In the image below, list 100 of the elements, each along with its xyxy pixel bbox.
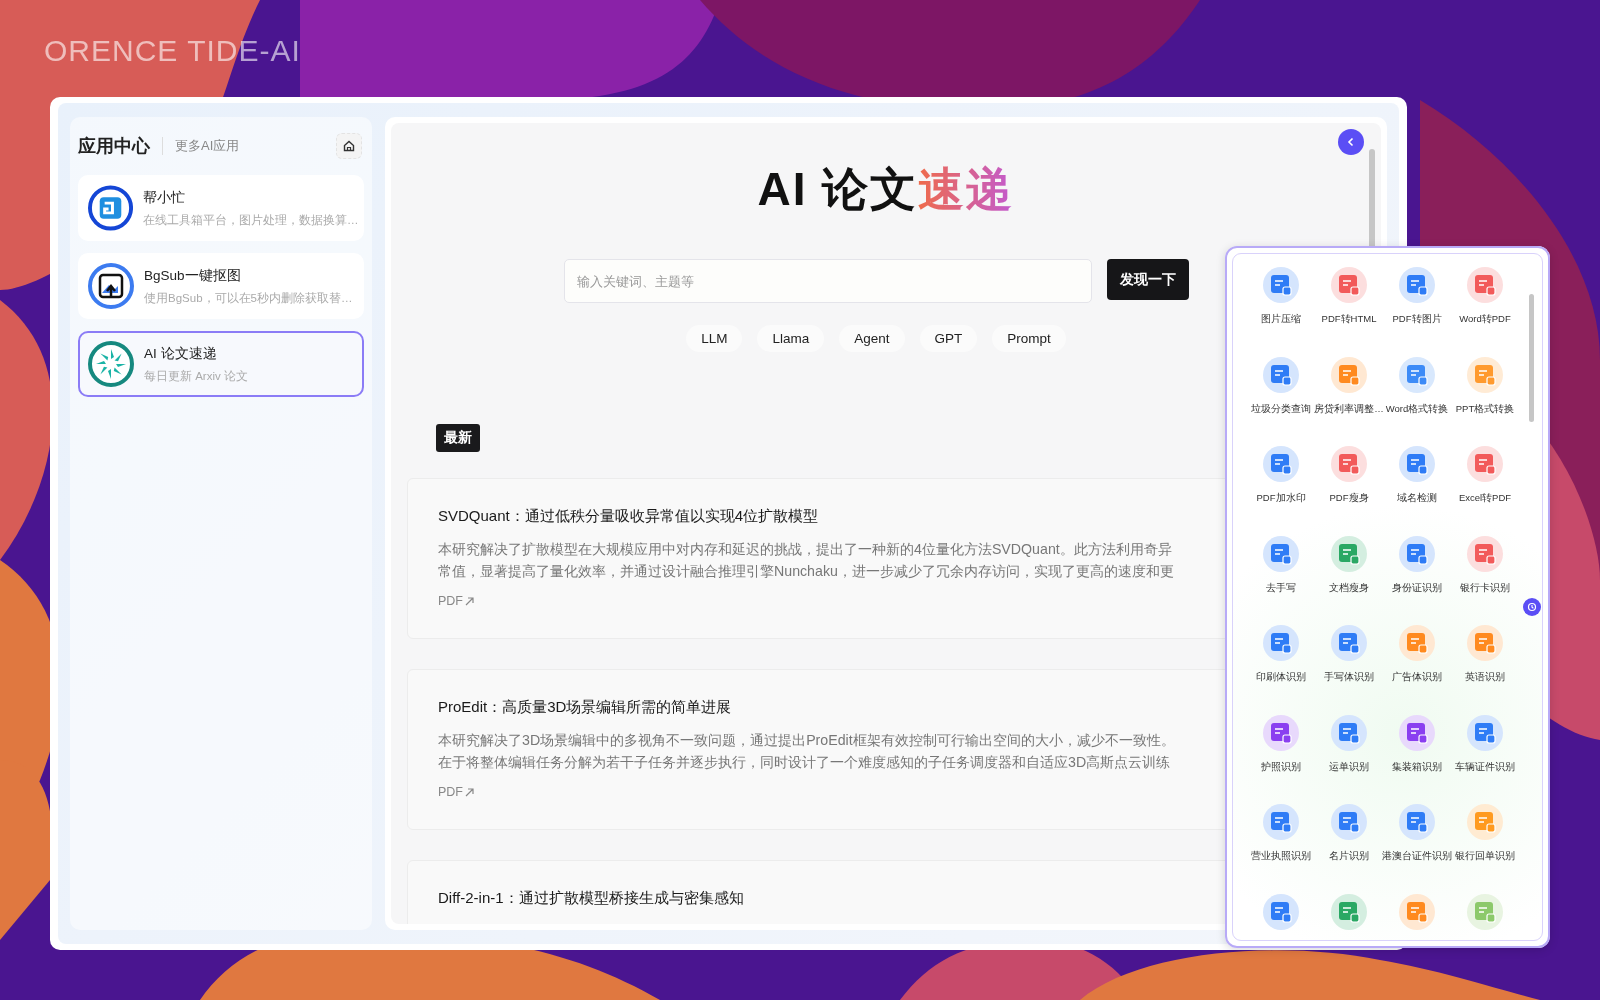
tool-icon-bubble[interactable]: [1263, 714, 1299, 751]
topic-tag[interactable]: GPT: [919, 325, 978, 352]
tool-item[interactable]: 银行回单识别: [1451, 804, 1519, 894]
scrollbar[interactable]: [1529, 294, 1534, 422]
tool-item[interactable]: 车辆证件识别: [1451, 714, 1519, 804]
tool-icon-bubble[interactable]: [1331, 267, 1367, 303]
tool-item[interactable]: 运单识别: [1315, 714, 1383, 804]
tool-item[interactable]: Word转PDF: [1451, 267, 1519, 357]
app-description: 每日更新 Arxiv 论文: [144, 368, 248, 384]
tool-item[interactable]: 英语识别: [1451, 625, 1519, 715]
app-list-item[interactable]: BgSub一键抠图 使用BgSub，可以在5秒内删除获取替…: [78, 253, 364, 319]
document-tile-icon: [1270, 721, 1292, 744]
topic-tag[interactable]: LLM: [686, 325, 743, 352]
tool-icon-bubble[interactable]: [1467, 535, 1503, 572]
tool-icon-bubble[interactable]: [1467, 446, 1503, 482]
discover-button[interactable]: 发现一下: [1106, 259, 1189, 300]
page-title: AI 论文速递: [757, 162, 1015, 217]
tool-icon-bubble[interactable]: [1331, 625, 1367, 661]
document-tile-icon: [1338, 900, 1360, 923]
paper-summary-line: 本研究解决了扩散模型在大规模应用中对内存和延迟的挑战，提出了一种新的4位量化方法SVDQuant。此方法利用奇异: [438, 540, 1172, 558]
document-tile-icon: [1338, 811, 1360, 833]
tool-item[interactable]: 银行卡识别: [1451, 535, 1519, 625]
document-tile-icon: [1474, 363, 1496, 386]
tool-icon-bubble[interactable]: [1331, 714, 1367, 751]
tool-item[interactable]: 域名检测: [1383, 446, 1451, 536]
tool-icon-bubble[interactable]: [1467, 714, 1503, 751]
tool-icon-bubble[interactable]: [1331, 446, 1367, 482]
tool-item[interactable]: 文档瘦身: [1315, 535, 1383, 625]
document-tile-icon: [1406, 811, 1428, 833]
topic-tag[interactable]: Agent: [839, 325, 905, 352]
tool-icon-bubble[interactable]: [1263, 267, 1299, 303]
tool-icon-bubble[interactable]: [1263, 893, 1299, 930]
document-tile-icon: [1338, 363, 1360, 386]
tool-item[interactable]: 护照识别: [1247, 714, 1315, 804]
tool-icon-bubble[interactable]: [1467, 804, 1503, 840]
tool-item[interactable]: PDF加水印: [1247, 446, 1315, 536]
external-link-icon: [465, 596, 474, 606]
app-title: AI 论文速递: [144, 344, 218, 363]
topic-tag[interactable]: Llama: [757, 325, 825, 352]
tool-icon-bubble[interactable]: [1467, 267, 1503, 303]
home-button[interactable]: [336, 133, 362, 159]
tool-item[interactable]: 印刷体识别: [1247, 625, 1315, 715]
tool-item[interactable]: 广告体识别: [1383, 625, 1451, 715]
tool-icon-bubble[interactable]: [1399, 893, 1435, 930]
tool-icon-bubble[interactable]: [1331, 356, 1367, 393]
sidebar-title: 应用中心: [78, 135, 150, 158]
tool-item[interactable]: PPT格式转换: [1451, 356, 1519, 446]
document-tile-icon: [1270, 900, 1292, 923]
tool-item[interactable]: PDF转图片: [1383, 267, 1451, 357]
document-tile-icon: [1406, 542, 1428, 565]
tool-label: 身份证识别: [1392, 581, 1442, 595]
tool-icon-bubble[interactable]: [1399, 356, 1435, 393]
tool-item[interactable]: Word格式转换: [1383, 356, 1451, 446]
tool-item[interactable]: 集装箱识别: [1383, 714, 1451, 804]
upload-picture-icon: [88, 263, 134, 309]
tool-item[interactable]: 手写体识别: [1315, 625, 1383, 715]
document-tile-icon: [1474, 811, 1496, 833]
tool-item[interactable]: 垃圾分类查询: [1247, 356, 1315, 446]
tool-item[interactable]: 房贷利率调整…: [1315, 356, 1383, 446]
tool-icon-bubble[interactable]: [1331, 535, 1367, 572]
app-list-item[interactable]: AI 论文速递 每日更新 Arxiv 论文: [78, 331, 364, 397]
tool-icon-bubble[interactable]: [1263, 804, 1299, 840]
tool-icon-bubble[interactable]: [1263, 625, 1299, 661]
tool-label: 银行回单识别: [1455, 850, 1515, 863]
tool-item[interactable]: 营业执照识别: [1247, 804, 1315, 894]
app-list-item[interactable]: 帮小忙 在线工具箱平台，图片处理，数据换算…: [78, 175, 364, 241]
document-tile-icon: [1338, 453, 1360, 475]
tool-item[interactable]: PDF瘦身: [1315, 446, 1383, 536]
tool-item[interactable]: 港澳台证件识别: [1383, 804, 1451, 894]
tool-icon-bubble[interactable]: [1331, 804, 1367, 840]
tool-icon-bubble[interactable]: [1263, 446, 1299, 482]
tool-icon-bubble[interactable]: [1467, 625, 1503, 661]
document-tile-icon: [1270, 363, 1292, 386]
tool-icon-bubble[interactable]: [1399, 446, 1435, 482]
document-tile-icon: [1338, 542, 1360, 565]
tool-item[interactable]: 名片识别: [1315, 804, 1383, 894]
document-tile-icon: [1474, 721, 1496, 744]
tool-item[interactable]: 身份证识别: [1383, 535, 1451, 625]
tool-label: 港澳台证件识别: [1382, 850, 1452, 863]
tool-icon-bubble[interactable]: [1399, 625, 1435, 661]
topic-tag[interactable]: Prompt: [992, 325, 1066, 352]
tool-item[interactable]: Excel转PDF: [1451, 446, 1519, 536]
tool-icon-bubble[interactable]: [1331, 893, 1367, 930]
tool-item[interactable]: 去手写: [1247, 535, 1315, 625]
tool-item[interactable]: PDF转HTML: [1315, 267, 1383, 357]
chevron-left-icon: [1346, 137, 1356, 147]
document-tile-icon: [1270, 453, 1292, 475]
tool-label: 文档瘦身: [1329, 581, 1369, 595]
tool-icon-bubble[interactable]: [1399, 535, 1435, 572]
tool-icon-bubble[interactable]: [1263, 356, 1299, 393]
tool-icon-bubble[interactable]: [1399, 714, 1435, 751]
tool-icon-bubble[interactable]: [1399, 267, 1435, 303]
tool-icon-bubble[interactable]: [1263, 535, 1299, 572]
search-field[interactable]: 输入关键词、主题等: [563, 259, 1092, 303]
tool-item[interactable]: 图片压缩: [1247, 267, 1315, 357]
tool-icon-bubble[interactable]: [1467, 356, 1503, 393]
cube-icon: [88, 185, 134, 231]
document-tile-icon: [1270, 632, 1292, 654]
document-tile-icon: [1406, 363, 1428, 386]
tool-icon-bubble[interactable]: [1399, 804, 1435, 840]
